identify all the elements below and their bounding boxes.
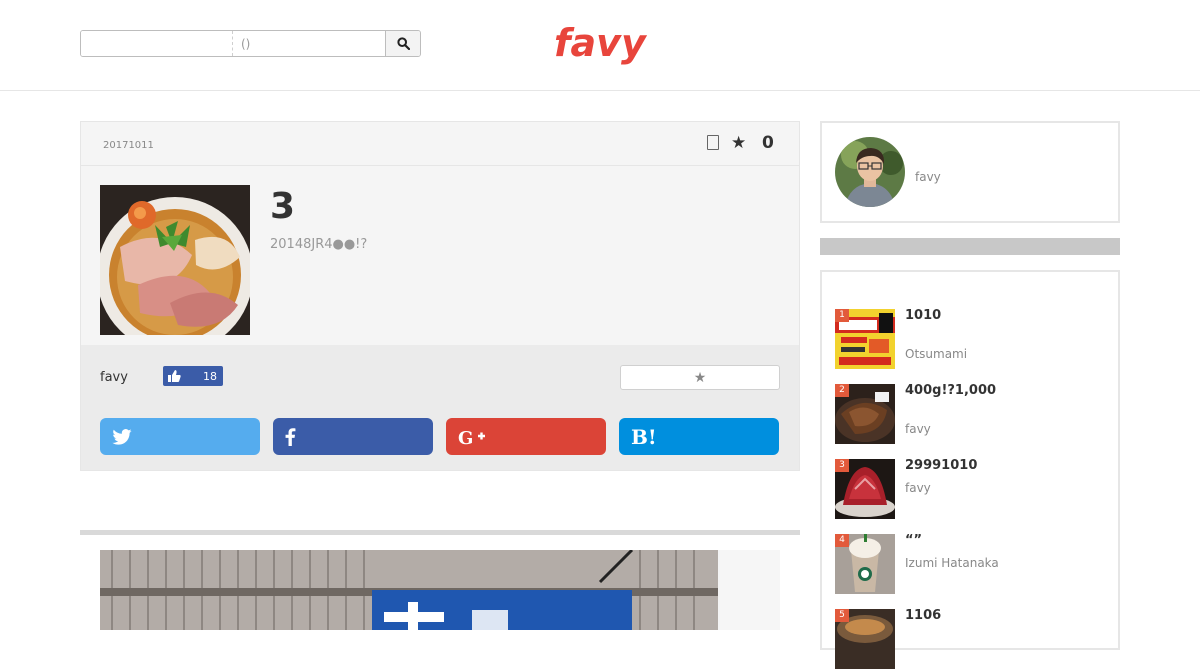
- like-count: 18: [203, 369, 217, 383]
- share-twitter-button[interactable]: [100, 418, 260, 455]
- favorite-button[interactable]: ★: [620, 365, 780, 390]
- thumbs-up-icon: [163, 366, 185, 386]
- search-bar: [80, 30, 421, 57]
- site-header: favy: [0, 0, 1200, 91]
- article-thumbnail[interactable]: [100, 185, 250, 335]
- ranking-author: Izumi Hatanaka: [905, 556, 999, 570]
- rank-number: 1: [835, 309, 849, 322]
- profile-name[interactable]: favy: [915, 170, 941, 184]
- hatena-bookmark-icon: B!: [631, 424, 657, 449]
- author-profile-card: favy: [820, 121, 1120, 223]
- favorite-count: 0: [762, 133, 774, 153]
- ranking-list: 1 1010 Otsumami 2 400g!?1,000 favy 3 299…: [820, 270, 1120, 669]
- article-hero-image: [100, 550, 780, 630]
- rank-number: 4: [835, 534, 849, 547]
- share-google-plus-button[interactable]: G: [446, 418, 606, 455]
- rank-number: 3: [835, 459, 849, 472]
- ranking-author: favy: [905, 481, 931, 495]
- keyword-search-input[interactable]: [81, 31, 233, 56]
- search-icon: [396, 37, 410, 50]
- twitter-icon: [112, 428, 132, 445]
- avatar[interactable]: [835, 137, 905, 207]
- article-author[interactable]: favy: [100, 370, 128, 385]
- ranking-author: favy: [905, 422, 931, 436]
- ranking-header-bar: [820, 238, 1120, 255]
- svg-text:favy: favy: [554, 21, 648, 65]
- ranking-item[interactable]: 1 1010 Otsumami: [835, 308, 1105, 371]
- article-title[interactable]: 3: [270, 186, 295, 227]
- facebook-like-button[interactable]: 18: [163, 366, 223, 386]
- facebook-icon: [285, 427, 296, 446]
- favy-logo[interactable]: favy: [553, 20, 649, 68]
- area-search-input[interactable]: [233, 31, 385, 56]
- share-hatena-button[interactable]: B!: [619, 418, 779, 455]
- share-facebook-button[interactable]: [273, 418, 433, 455]
- star-icon[interactable]: ★: [731, 133, 746, 153]
- ranking-title[interactable]: 1106: [905, 608, 941, 623]
- ranking-item[interactable]: 3 29991010 favy: [835, 458, 1105, 521]
- rank-number: 2: [835, 384, 849, 397]
- bookmark-icon[interactable]: [707, 135, 719, 150]
- ranking-title[interactable]: 400g!?1,000: [905, 383, 996, 398]
- ranking-item[interactable]: 5 1106: [835, 608, 1105, 671]
- article-meta-bar: 20171011 ★ 0: [81, 122, 799, 166]
- article-actions: favy 18 ★ G B!: [81, 345, 799, 470]
- ranking-title[interactable]: “”: [905, 533, 922, 548]
- article-date: 20171011: [103, 140, 154, 151]
- star-icon: ★: [693, 369, 707, 386]
- ranking-item[interactable]: 2 400g!?1,000 favy: [835, 383, 1105, 446]
- ranking-title[interactable]: 29991010: [905, 458, 977, 473]
- svg-text:G: G: [458, 428, 473, 446]
- section-divider: [80, 530, 800, 535]
- ranking-item[interactable]: 4 “” Izumi Hatanaka: [835, 533, 1105, 596]
- search-button[interactable]: [385, 31, 420, 56]
- ranking-author: Otsumami: [905, 347, 968, 361]
- google-plus-icon: G: [458, 428, 485, 446]
- ranking-title[interactable]: 1010: [905, 308, 941, 323]
- article-subtitle: 20148JR4●●!?: [270, 237, 368, 252]
- article-card: 20171011 ★ 0 3 20148JR4●●!? favy 18 ★ G …: [80, 121, 800, 471]
- rank-number: 5: [835, 609, 849, 622]
